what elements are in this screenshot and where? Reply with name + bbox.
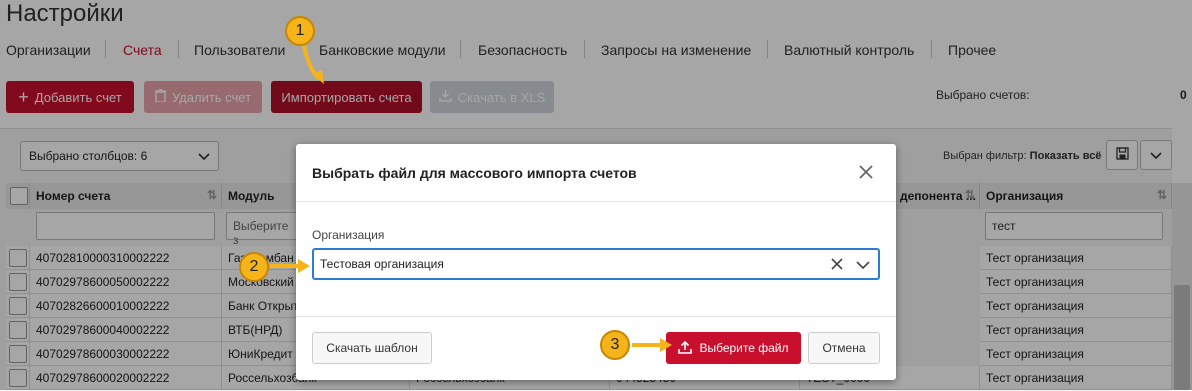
upload-icon bbox=[678, 340, 693, 357]
organization-select[interactable]: Тестовая организация bbox=[312, 248, 880, 280]
step-badge-3: 3 bbox=[600, 330, 630, 360]
download-template-button[interactable]: Скачать шаблон bbox=[312, 332, 432, 364]
step-badge-1: 1 bbox=[285, 16, 315, 46]
close-icon[interactable] bbox=[856, 162, 876, 182]
chevron-down-icon[interactable] bbox=[856, 259, 870, 273]
choose-file-button[interactable]: Выберите файл bbox=[666, 332, 801, 364]
arrow-icon bbox=[302, 45, 324, 84]
dialog-title: Выбрать файл для массового импорта счето… bbox=[312, 165, 637, 181]
cancel-button[interactable]: Отмена bbox=[808, 332, 880, 364]
organization-label: Организация bbox=[312, 228, 385, 242]
import-accounts-dialog: Выбрать файл для массового импорта счето… bbox=[296, 144, 896, 380]
arrow-icon bbox=[270, 259, 310, 273]
arrow-icon bbox=[632, 338, 672, 352]
clear-icon[interactable] bbox=[830, 257, 844, 274]
dialog-divider bbox=[296, 201, 896, 202]
dialog-divider bbox=[296, 316, 896, 317]
step-badge-2: 2 bbox=[239, 252, 269, 282]
